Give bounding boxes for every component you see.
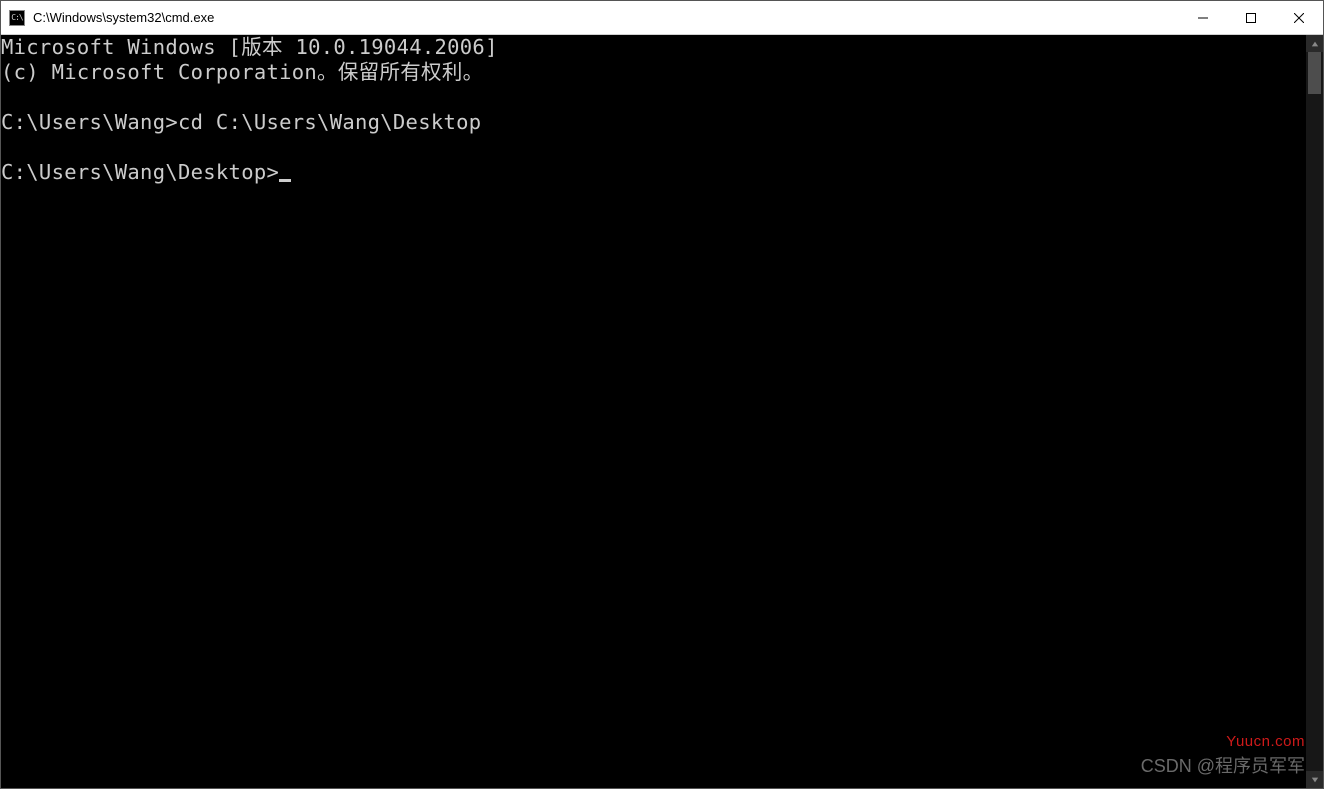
cursor bbox=[279, 179, 291, 182]
scroll-down-button[interactable] bbox=[1306, 771, 1323, 788]
scroll-up-button[interactable] bbox=[1306, 35, 1323, 52]
watermark-csdn: CSDN @程序员军军 bbox=[1141, 752, 1305, 778]
vertical-scrollbar[interactable] bbox=[1306, 35, 1323, 788]
titlebar[interactable]: C:\ C:\Windows\system32\cmd.exe bbox=[1, 1, 1323, 35]
chevron-up-icon bbox=[1311, 40, 1319, 48]
close-icon bbox=[1294, 13, 1304, 23]
banner-line-1: Microsoft Windows [版本 10.0.19044.2006] bbox=[1, 35, 498, 59]
scrollbar-track[interactable] bbox=[1306, 52, 1323, 771]
minimize-icon bbox=[1198, 13, 1208, 23]
prompt-1: C:\Users\Wang> bbox=[1, 110, 178, 134]
watermark-site: Yuucn.com bbox=[1226, 733, 1305, 750]
banner-line-2: (c) Microsoft Corporation。保留所有权利。 bbox=[1, 60, 483, 84]
cmd-window: C:\ C:\Windows\system32\cmd.exe Microsof… bbox=[0, 0, 1324, 789]
cmd-icon: C:\ bbox=[9, 10, 25, 26]
minimize-button[interactable] bbox=[1179, 1, 1227, 34]
maximize-icon bbox=[1246, 13, 1256, 23]
close-button[interactable] bbox=[1275, 1, 1323, 34]
command-1: cd C:\Users\Wang\Desktop bbox=[178, 110, 481, 134]
maximize-button[interactable] bbox=[1227, 1, 1275, 34]
prompt-2: C:\Users\Wang\Desktop> bbox=[1, 160, 279, 184]
titlebar-left: C:\ C:\Windows\system32\cmd.exe bbox=[1, 10, 214, 26]
chevron-down-icon bbox=[1311, 776, 1319, 784]
window-title: C:\Windows\system32\cmd.exe bbox=[33, 10, 214, 25]
scrollbar-thumb[interactable] bbox=[1308, 52, 1321, 94]
client-area: Microsoft Windows [版本 10.0.19044.2006] (… bbox=[1, 35, 1323, 788]
terminal-output[interactable]: Microsoft Windows [版本 10.0.19044.2006] (… bbox=[1, 35, 1306, 788]
window-controls bbox=[1179, 1, 1323, 34]
